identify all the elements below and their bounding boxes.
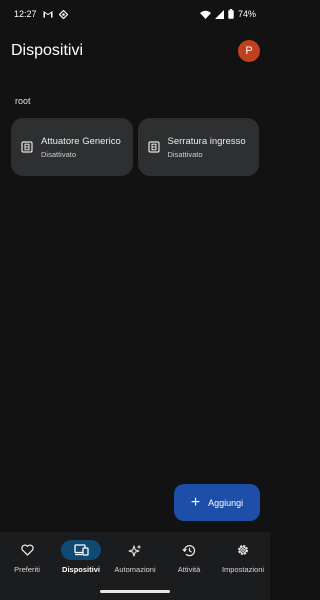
nav-icon-container — [169, 540, 209, 560]
battery-icon — [228, 9, 234, 19]
nav-icon-container — [223, 540, 263, 560]
plus-icon: + — [190, 493, 201, 511]
nav-label: Attività — [177, 565, 201, 574]
status-left: 12:27 — [14, 9, 68, 19]
nav-icon-container — [7, 540, 47, 560]
device-name: Attuatore Generico — [41, 135, 121, 147]
device-icon — [21, 141, 33, 153]
sparkle-icon — [128, 544, 142, 557]
heart-icon — [20, 544, 34, 556]
history-icon — [182, 544, 196, 556]
section-label: root — [15, 96, 31, 106]
device-card-serratura[interactable]: Serratura ingresso Disattivato — [137, 118, 259, 176]
nav-label: Preferiti — [14, 565, 40, 574]
battery-percent: 74% — [237, 9, 256, 19]
page-title: Dispositivi — [11, 42, 84, 59]
home-indicator[interactable] — [100, 590, 170, 593]
nav-icon-container — [61, 540, 101, 560]
device-status: Disattivato — [167, 149, 203, 159]
device-status: Disattivato — [41, 149, 77, 159]
app-icon — [58, 9, 68, 19]
nav-label: Dispositivi — [62, 565, 100, 574]
nav-label: Impostazioni — [221, 565, 265, 574]
add-button-label: Aggiungi — [208, 497, 244, 508]
nav-item-attivita[interactable]: Attività — [162, 532, 216, 600]
nav-item-impostazioni[interactable]: Impostazioni — [216, 532, 270, 600]
app-header: Dispositivi P — [0, 34, 270, 68]
gear-icon — [237, 544, 249, 556]
gmail-icon — [43, 11, 53, 18]
nav-icon-container — [115, 540, 155, 560]
status-time: 12:27 — [14, 9, 37, 19]
device-text: Serratura ingresso Disattivato — [168, 136, 246, 159]
add-button[interactable]: + Aggiungi — [174, 484, 260, 521]
nav-item-preferiti[interactable]: Preferiti — [0, 532, 54, 600]
avatar[interactable]: P — [238, 40, 260, 62]
status-right: 74% — [199, 9, 256, 19]
device-text: Attuatore Generico Disattivato — [41, 136, 121, 159]
device-grid: Attuatore Generico Disattivato Serratura… — [11, 118, 259, 176]
devices-icon — [73, 544, 89, 556]
wifi-icon — [199, 10, 211, 19]
device-name: Serratura ingresso — [167, 135, 246, 147]
status-bar: 12:27 74% — [0, 0, 270, 28]
nav-label: Automazioni — [114, 565, 156, 574]
device-icon — [147, 141, 160, 153]
device-card-attuatore[interactable]: Attuatore Generico Disattivato — [11, 118, 133, 176]
signal-icon — [214, 9, 224, 19]
